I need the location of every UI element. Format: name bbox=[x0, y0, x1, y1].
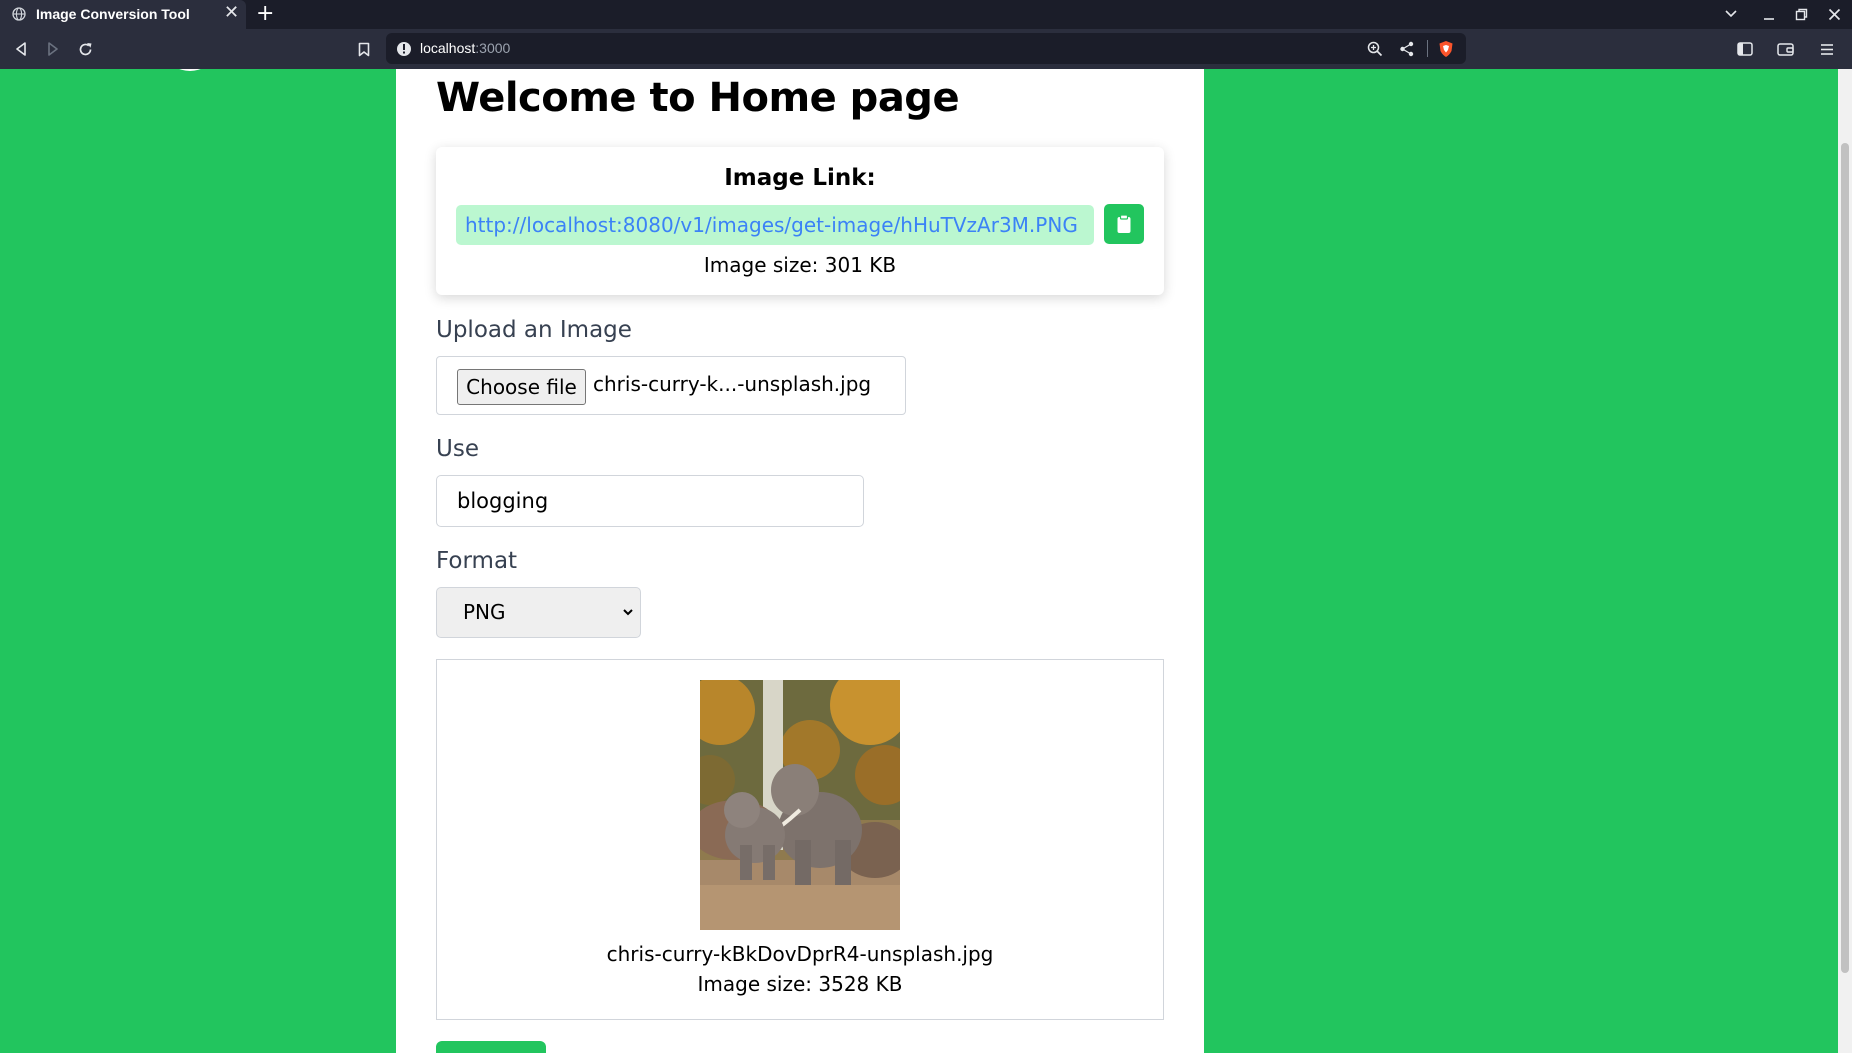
original-image-size: Image size: 3528 KB bbox=[697, 972, 903, 996]
brave-shield-icon[interactable] bbox=[1437, 40, 1455, 58]
use-input[interactable]: blogging bbox=[436, 475, 864, 527]
minimize-icon[interactable] bbox=[1763, 9, 1775, 21]
restore-icon[interactable] bbox=[1795, 8, 1808, 21]
copy-link-button[interactable] bbox=[1104, 204, 1144, 244]
image-link-heading: Image Link: bbox=[724, 165, 876, 191]
browser-tab[interactable]: Image Conversion Tool ✕ bbox=[0, 0, 246, 29]
bookmark-button[interactable] bbox=[351, 36, 377, 62]
wallet-icon bbox=[1776, 43, 1794, 56]
choose-file-button[interactable]: Choose file bbox=[457, 369, 586, 405]
url-port: :3000 bbox=[475, 40, 511, 56]
format-select[interactable]: PNG bbox=[436, 587, 641, 638]
tab-title: Image Conversion Tool bbox=[36, 6, 190, 22]
upload-label: Upload an Image bbox=[436, 317, 632, 343]
preview-image bbox=[700, 680, 900, 930]
avatar[interactable] bbox=[168, 69, 212, 71]
forward-button[interactable] bbox=[40, 36, 66, 62]
menu-button[interactable] bbox=[1814, 36, 1840, 62]
tab-list-chevron-icon[interactable] bbox=[1725, 9, 1737, 19]
menu-icon bbox=[1821, 43, 1833, 55]
elephant-photo bbox=[700, 680, 900, 930]
sidebar-icon bbox=[1737, 42, 1753, 56]
reload-icon bbox=[79, 42, 91, 55]
wallet-button[interactable] bbox=[1772, 36, 1798, 62]
url-text: localhost:3000 bbox=[420, 40, 510, 56]
page-title: Welcome to Home page bbox=[436, 75, 960, 121]
forward-icon bbox=[48, 42, 58, 56]
chevron-down-icon bbox=[623, 609, 633, 616]
zoom-icon[interactable] bbox=[1366, 40, 1384, 58]
url-host: localhost bbox=[420, 40, 476, 56]
file-upload-input[interactable]: Choose file chris-curry-k...-unsplash.jp… bbox=[436, 356, 906, 415]
browser-tab-bar: Image Conversion Tool ✕ + bbox=[0, 0, 1852, 29]
browser-toolbar: localhost:3000 bbox=[0, 29, 1852, 69]
convert-button[interactable] bbox=[436, 1041, 546, 1053]
image-link-url[interactable]: http://localhost:8080/v1/images/get-imag… bbox=[456, 205, 1094, 245]
format-selected-value: PNG bbox=[463, 600, 506, 624]
reload-button[interactable] bbox=[72, 36, 98, 62]
tab-close-icon[interactable]: ✕ bbox=[224, 3, 239, 23]
back-icon bbox=[16, 42, 26, 56]
image-link-panel: Image Link: http://localhost:8080/v1/ima… bbox=[436, 147, 1164, 295]
image-preview-panel: chris-curry-kBkDovDprR4-unsplash.jpg Ima… bbox=[436, 659, 1164, 1020]
page-scrollbar[interactable] bbox=[1838, 69, 1852, 1053]
back-button[interactable] bbox=[8, 36, 34, 62]
sidebar-button[interactable] bbox=[1732, 36, 1758, 62]
new-tab-button[interactable]: + bbox=[256, 1, 274, 27]
use-label: Use bbox=[436, 436, 479, 462]
page-viewport: Welcome to Home page Image Link: http://… bbox=[0, 69, 1838, 1053]
window-close-icon[interactable] bbox=[1828, 8, 1841, 21]
clipboard-icon bbox=[1117, 214, 1131, 233]
scrollbar-thumb[interactable] bbox=[1841, 143, 1849, 973]
selected-file-name: chris-curry-k...-unsplash.jpg bbox=[593, 372, 872, 396]
converted-image-size: Image size: 301 KB bbox=[703, 253, 897, 277]
main-card: Welcome to Home page Image Link: http://… bbox=[396, 69, 1204, 1053]
bookmark-icon bbox=[358, 42, 370, 56]
preview-file-name: chris-curry-kBkDovDprR4-unsplash.jpg bbox=[606, 942, 994, 966]
globe-icon bbox=[12, 7, 26, 21]
url-divider bbox=[1427, 40, 1428, 57]
format-label: Format bbox=[436, 548, 518, 574]
share-icon[interactable] bbox=[1398, 40, 1416, 58]
info-icon[interactable] bbox=[395, 40, 413, 58]
address-bar[interactable]: localhost:3000 bbox=[386, 33, 1466, 64]
